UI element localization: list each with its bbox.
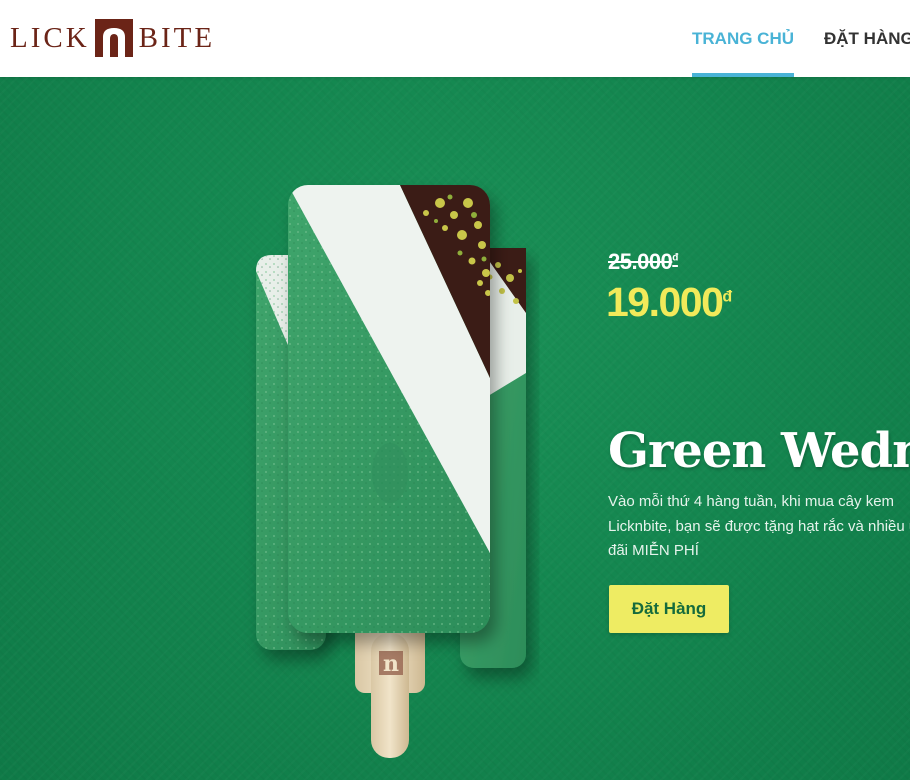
brand-arch-icon: [94, 19, 133, 57]
promo-title: Green Wednesday: [608, 423, 910, 479]
brand-name-right: BITE: [138, 21, 216, 54]
order-button[interactable]: Đặt Hàng: [609, 585, 729, 633]
hero-banner: n 25.000đ 19.000đ Green Wedn Vào mỗi thứ…: [0, 77, 910, 780]
nav-item-home[interactable]: TRANG CHỦ: [692, 0, 794, 77]
promo-description: Vào mỗi thứ 4 hàng tuần, khi mua cây kem…: [608, 493, 910, 559]
old-price: 25.000đ: [608, 249, 678, 274]
main-nav: TRANG CHỦ ĐẶT HÀNG: [692, 0, 910, 77]
site-header: LICK BITE TRANG CHỦ ĐẶT HÀNG: [0, 0, 910, 77]
nav-item-order[interactable]: ĐẶT HÀNG: [824, 0, 910, 77]
brand-logo[interactable]: LICK BITE: [10, 19, 215, 57]
brand-name-left: LICK: [10, 21, 90, 54]
popsicle-image: n: [256, 185, 526, 758]
sale-price: 19.000đ: [606, 279, 732, 325]
stick-logo-text: n: [383, 651, 399, 677]
